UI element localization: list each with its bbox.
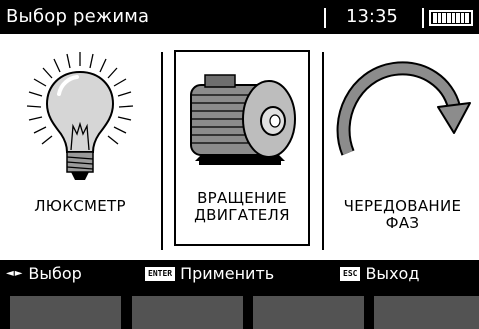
hint-esc-label: Выход — [365, 264, 420, 283]
hint-select-label: Выбор — [28, 264, 82, 283]
device-screen: Выбор режима 13:35 ЛЮКСМЕТР ВРАЩЕНИЕ ДВИ… — [0, 0, 479, 329]
hint-enter: ENTER Применить — [145, 260, 274, 288]
mode-label: ЛЮКСМЕТР — [0, 198, 160, 215]
function-key-row — [0, 292, 479, 329]
hint-enter-label: Применить — [180, 264, 275, 283]
clock: 13:35 — [346, 6, 398, 27]
light-bulb-icon — [0, 44, 160, 194]
mode-motor-rotation[interactable]: ВРАЩЕНИЕ ДВИГАТЕЛЯ — [165, 34, 319, 260]
column-divider — [322, 52, 324, 250]
header-divider — [422, 8, 424, 28]
function-key-4[interactable] — [374, 296, 479, 329]
column-divider — [161, 52, 163, 250]
hint-esc: ESC Выход — [340, 260, 419, 288]
function-key-2[interactable] — [132, 296, 243, 329]
mode-label-line: ЧЕРЕДОВАНИЕ — [343, 197, 462, 215]
battery-cell — [437, 13, 442, 23]
mode-label-line: ДВИГАТЕЛЯ — [194, 206, 290, 224]
function-key-3[interactable] — [253, 296, 364, 329]
left-right-arrows-icon: ◄► — [6, 268, 24, 279]
mode-label: ЧЕРЕДОВАНИЕ ФАЗ — [326, 198, 479, 232]
battery-icon — [429, 10, 473, 26]
motor-icon — [165, 44, 319, 194]
key-hint-bar: ◄► Выбор ENTER Применить ESC Выход — [0, 260, 479, 288]
mode-label-line: ВРАЩЕНИЕ — [197, 189, 287, 207]
hint-select: ◄► Выбор — [6, 260, 82, 288]
esc-key-icon: ESC — [340, 267, 361, 281]
function-key-1[interactable] — [10, 296, 121, 329]
battery-cell — [460, 13, 465, 23]
mode-luxmeter[interactable]: ЛЮКСМЕТР — [0, 34, 160, 260]
header-divider — [324, 8, 326, 28]
battery-cell — [456, 13, 460, 23]
mode-label-line: ЛЮКСМЕТР — [34, 197, 126, 215]
mode-label-line: ФАЗ — [385, 214, 420, 232]
battery-cell — [442, 13, 446, 23]
header-bar: Выбор режима 13:35 — [0, 0, 479, 34]
mode-selection-panel: ЛЮКСМЕТР ВРАЩЕНИЕ ДВИГАТЕЛЯ ЧЕРЕДОВАНИЕ … — [0, 34, 479, 260]
mode-label: ВРАЩЕНИЕ ДВИГАТЕЛЯ — [165, 190, 319, 224]
screen-title: Выбор режима — [6, 6, 150, 27]
battery-cell — [451, 13, 456, 23]
mode-phase-sequence[interactable]: ЧЕРЕДОВАНИЕ ФАЗ — [326, 34, 479, 260]
battery-cell — [465, 13, 469, 23]
phase-rotation-arrow-icon — [326, 44, 479, 194]
battery-cell — [433, 13, 437, 23]
enter-key-icon: ENTER — [145, 267, 176, 281]
battery-cell — [446, 13, 451, 23]
